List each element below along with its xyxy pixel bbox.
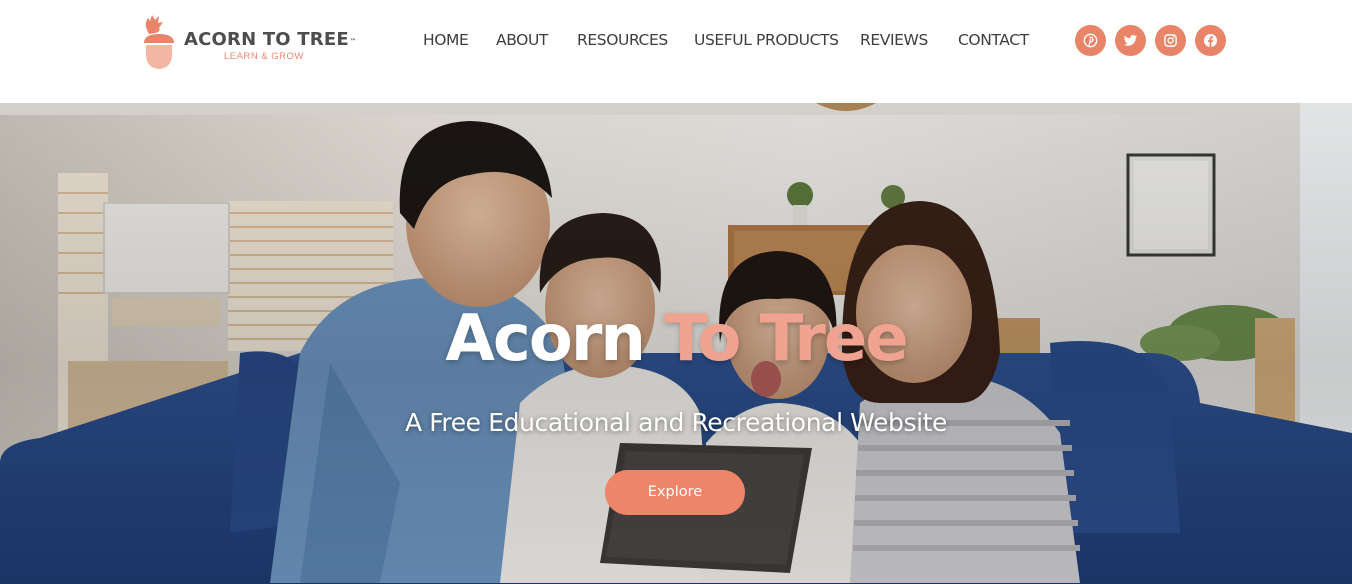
hero-title-part2: To Tree	[664, 302, 908, 376]
nav-item-reviews[interactable]: REVIEWS	[860, 31, 928, 49]
instagram-button[interactable]	[1155, 25, 1186, 56]
trademark-symbol: ™	[349, 38, 357, 45]
pinterest-icon	[1083, 33, 1098, 48]
site-logo[interactable]: ACORN TO TREE™ LEARN & GROW	[140, 12, 370, 72]
hero-subtitle: A Free Educational and Recreational Webs…	[404, 408, 948, 437]
logo-title: ACORN TO TREE™	[184, 29, 357, 50]
nav-item-contact[interactable]: CONTACT	[958, 31, 1029, 49]
facebook-button[interactable]	[1195, 25, 1226, 56]
hero-section: Acorn To Tree A Free Educational and Rec…	[0, 103, 1352, 584]
facebook-icon	[1203, 33, 1218, 48]
instagram-icon	[1164, 34, 1177, 47]
twitter-icon	[1123, 35, 1138, 46]
nav-item-resources[interactable]: RESOURCES	[577, 31, 668, 49]
twitter-button[interactable]	[1115, 25, 1146, 56]
logo-wordmark: ACORN TO TREE™ LEARN & GROW	[184, 29, 357, 62]
acorn-logo-icon	[144, 15, 174, 69]
site-header: ACORN TO TREE™ LEARN & GROW HOME ABOUT R…	[0, 0, 1352, 103]
hero-title: Acorn To Tree	[0, 301, 1352, 377]
explore-button[interactable]: Explore	[605, 470, 745, 515]
hero-title-part1: Acorn	[445, 302, 665, 376]
logo-tagline: LEARN & GROW	[224, 51, 304, 62]
nav-item-about[interactable]: ABOUT	[496, 31, 548, 49]
nav-item-useful-products[interactable]: USEFUL PRODUCTS	[694, 31, 839, 49]
pinterest-button[interactable]	[1075, 25, 1106, 56]
nav-item-home[interactable]: HOME	[423, 31, 469, 49]
